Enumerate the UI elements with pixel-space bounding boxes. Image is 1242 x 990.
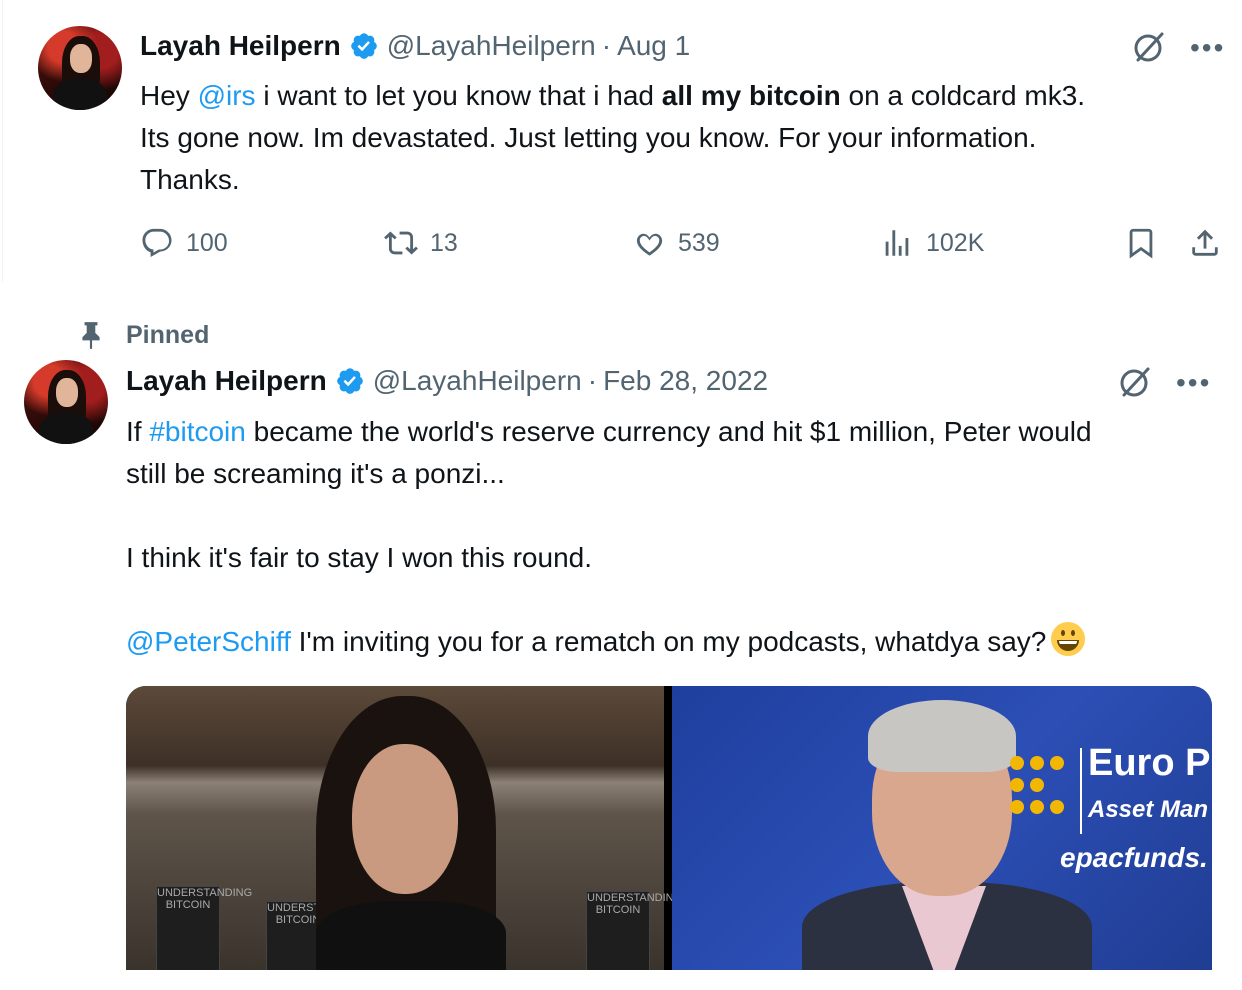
share-button[interactable] — [1188, 226, 1234, 260]
book-cover: UNDERSTANDING BITCOIN — [156, 886, 252, 970]
text-part: on a coldcard mk3. — [840, 80, 1086, 111]
repost-icon — [384, 231, 418, 255]
author-handle[interactable]: @LayahHeilpern — [387, 30, 596, 62]
repost-button[interactable]: 13 — [384, 226, 458, 260]
pinned-indicator: Pinned — [78, 320, 209, 350]
mention-link[interactable]: @irs — [198, 80, 256, 111]
pinned-label: Pinned — [126, 320, 210, 349]
verified-badge-icon — [336, 368, 363, 394]
text-line: Thanks. — [140, 164, 240, 195]
tweet-text: Hey @irs i want to let you know that i h… — [140, 75, 1230, 201]
text-line: I think it's fair to stay I won this rou… — [126, 542, 592, 573]
tweet-date[interactable]: Aug 1 — [617, 30, 690, 62]
share-icon — [1192, 229, 1218, 256]
reply-button[interactable]: 100 — [140, 226, 228, 260]
author-name[interactable]: Layah Heilpern — [140, 30, 341, 62]
text-line: Its gone now. Im devastated. Just lettin… — [140, 122, 1037, 153]
text-part: became the world's reserve currency and … — [245, 416, 1092, 447]
reply-count: 100 — [186, 228, 228, 257]
text-part: Hey — [140, 80, 198, 111]
avatar[interactable] — [24, 360, 108, 444]
text-part: I'm inviting you for a rematch on my pod… — [290, 626, 1047, 657]
pin-icon — [82, 322, 100, 349]
hashtag-link[interactable]: #bitcoin — [149, 416, 246, 447]
verified-badge-icon — [350, 33, 377, 59]
text-part: i want to let you know that i had — [255, 80, 662, 111]
mention-link[interactable]: @PeterSchiff — [126, 626, 291, 657]
grok-icon[interactable] — [1132, 30, 1166, 64]
logo-url: epacfunds. — [1060, 842, 1208, 873]
media-image-left[interactable]: UNDERSTANDING BITCOIN UNDERSTANDING BITC… — [126, 686, 682, 970]
action-bar: 100 13 539 102K — [140, 226, 1230, 266]
author-name[interactable]: Layah Heilpern — [126, 365, 327, 397]
separator: · — [587, 365, 598, 396]
grinning-emoji-icon — [1051, 622, 1086, 656]
views-icon — [885, 230, 909, 256]
more-icon[interactable]: ••• — [1176, 369, 1211, 397]
bookmark-icon — [1129, 228, 1153, 259]
logo-subtext: Asset Man — [1088, 796, 1209, 823]
repost-count: 13 — [430, 228, 458, 257]
separator: · — [601, 30, 612, 61]
more-icon[interactable]: ••• — [1190, 34, 1225, 62]
logo-text: Euro P — [1088, 742, 1211, 784]
logo-divider — [1080, 748, 1082, 834]
like-icon — [636, 233, 663, 256]
grok-icon[interactable] — [1118, 365, 1152, 399]
thread-divider — [2, 0, 3, 282]
tweet-media[interactable]: UNDERSTANDING BITCOIN UNDERSTANDING BITC… — [126, 686, 1212, 970]
text-part: If — [126, 416, 150, 447]
reply-icon — [142, 228, 172, 257]
bold-text: all my bitcoin — [661, 80, 841, 111]
tweet-header: Layah Heilpern @LayahHeilpern · Feb 28, … — [126, 365, 768, 397]
author-handle[interactable]: @LayahHeilpern — [373, 365, 582, 397]
tweet-header: Layah Heilpern @LayahHeilpern · Aug 1 — [140, 30, 690, 62]
bookmark-button[interactable] — [1124, 226, 1170, 260]
like-button[interactable]: 539 — [632, 226, 720, 260]
media-image-right[interactable]: Euro P Asset Man epacfunds. — [672, 686, 1212, 970]
tweet-date[interactable]: Feb 28, 2022 — [603, 365, 768, 397]
views-count: 102K — [926, 228, 985, 257]
text-line: still be screaming it's a ponzi... — [126, 458, 505, 489]
like-count: 539 — [678, 228, 720, 257]
avatar[interactable] — [38, 26, 122, 110]
logo-dots — [1010, 752, 1072, 824]
views-button[interactable]: 102K — [880, 226, 984, 260]
tweet-text: If #bitcoin became the world's reserve c… — [126, 411, 1226, 663]
book-cover: UNDERSTANDING BITCOIN — [586, 891, 682, 970]
